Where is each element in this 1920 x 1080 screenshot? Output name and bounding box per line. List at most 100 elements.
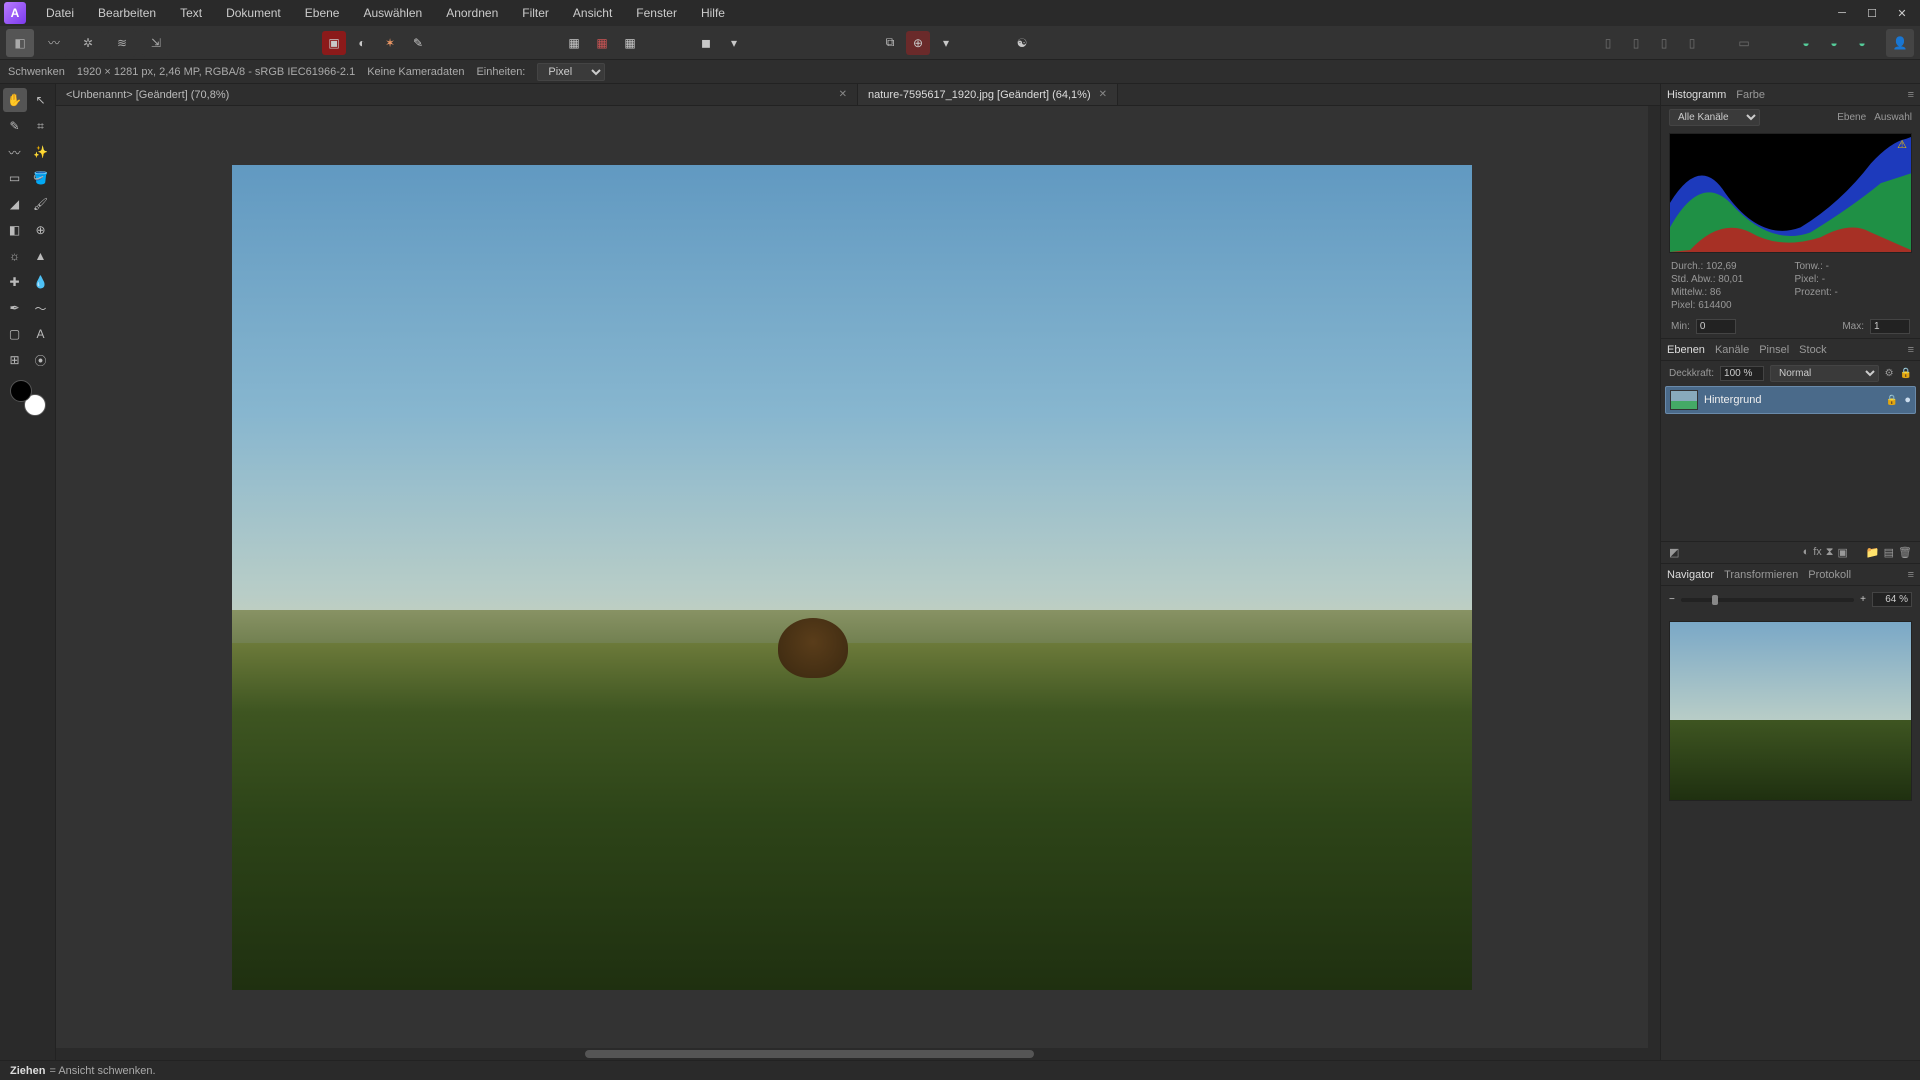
- close-button[interactable]: ✕: [1888, 3, 1916, 23]
- scrollbar-vertical[interactable]: [1648, 106, 1660, 1048]
- marquee-tool[interactable]: ▭: [3, 166, 27, 190]
- menu-auswaehlen[interactable]: Auswählen: [351, 2, 434, 24]
- add-stock2-icon[interactable]: ◒: [1822, 31, 1846, 55]
- arrange-backone-icon[interactable]: ▯: [1624, 31, 1648, 55]
- tab-navigator[interactable]: Navigator: [1667, 569, 1714, 581]
- crop-snap-icon[interactable]: ⧉: [878, 31, 902, 55]
- mask-layer-icon[interactable]: ◩: [1669, 546, 1679, 559]
- layer-row[interactable]: Hintergrund 🔒 ●: [1665, 386, 1916, 414]
- min-input[interactable]: [1696, 319, 1736, 334]
- histogram-channel-select[interactable]: Alle Kanäle: [1669, 109, 1760, 126]
- adjustment-icon[interactable]: ◐: [1803, 546, 1810, 559]
- close-icon[interactable]: ✕: [1099, 89, 1107, 100]
- canvas-viewport[interactable]: [56, 106, 1648, 1048]
- scrollbar-horizontal[interactable]: [56, 1048, 1660, 1060]
- blendmode-select[interactable]: Normal: [1770, 365, 1879, 382]
- magicwand-tool[interactable]: ✨: [29, 140, 53, 164]
- smudge-tool[interactable]: 〜: [29, 296, 53, 320]
- quickmask-icon[interactable]: ◼: [694, 31, 718, 55]
- minimize-button[interactable]: ─: [1828, 3, 1856, 23]
- close-icon[interactable]: ✕: [839, 89, 847, 100]
- maximize-button[interactable]: ☐: [1858, 3, 1886, 23]
- lock-icon[interactable]: 🔒: [1886, 395, 1898, 406]
- text-tool[interactable]: A: [29, 322, 53, 346]
- align-icon[interactable]: ▭: [1732, 31, 1756, 55]
- live-filter-icon[interactable]: ⧗: [1826, 546, 1834, 559]
- menu-hilfe[interactable]: Hilfe: [689, 2, 737, 24]
- delete-layer-icon[interactable]: 🗑: [1898, 546, 1912, 559]
- zoom-out-button[interactable]: −: [1669, 594, 1675, 605]
- persona-liquify[interactable]: 〰: [40, 29, 68, 57]
- tab-kanaele[interactable]: Kanäle: [1715, 344, 1749, 356]
- pen-tool[interactable]: ✒: [3, 296, 27, 320]
- inpaint-tool[interactable]: ✚: [3, 270, 27, 294]
- mask-icon[interactable]: ▣: [1838, 546, 1848, 559]
- shape-tool[interactable]: ▢: [3, 322, 27, 346]
- flood-tool[interactable]: 🪣: [29, 166, 53, 190]
- scrollbar-thumb[interactable]: [585, 1050, 1034, 1058]
- add-stock3-icon[interactable]: ◒: [1850, 31, 1874, 55]
- menu-ebene[interactable]: Ebene: [293, 2, 352, 24]
- autocolor-icon[interactable]: ✶: [378, 31, 402, 55]
- tab-farbe[interactable]: Farbe: [1736, 89, 1765, 101]
- document-tab-2[interactable]: nature-7595617_1920.jpg [Geändert] (64,1…: [858, 84, 1118, 105]
- persona-export[interactable]: ⇲: [142, 29, 170, 57]
- menu-datei[interactable]: Datei: [34, 2, 86, 24]
- group-icon[interactable]: 📁: [1866, 546, 1880, 559]
- visibility-icon[interactable]: ●: [1904, 394, 1911, 406]
- tab-transformieren[interactable]: Transformieren: [1724, 569, 1798, 581]
- autocontrast-icon[interactable]: ▣: [322, 31, 346, 55]
- histogram-mode-ebene[interactable]: Ebene: [1837, 112, 1866, 123]
- zoom-value-input[interactable]: [1872, 592, 1912, 607]
- menu-text[interactable]: Text: [168, 2, 214, 24]
- assistant-icon[interactable]: ☯: [1010, 31, 1034, 55]
- menu-fenster[interactable]: Fenster: [624, 2, 689, 24]
- menu-filter[interactable]: Filter: [510, 2, 561, 24]
- menu-dokument[interactable]: Dokument: [214, 2, 293, 24]
- dodge-tool[interactable]: ☼: [3, 244, 27, 268]
- menu-bearbeiten[interactable]: Bearbeiten: [86, 2, 168, 24]
- paintbrush-tool[interactable]: 🖌: [29, 192, 53, 216]
- color-wells[interactable]: [10, 380, 46, 416]
- navigator-preview[interactable]: [1669, 621, 1912, 801]
- selectionbrush-tool[interactable]: 〰: [3, 140, 27, 164]
- clone-tool[interactable]: ⊕: [29, 218, 53, 242]
- blur-tool[interactable]: 💧: [29, 270, 53, 294]
- snap-icon[interactable]: ⊕: [906, 31, 930, 55]
- opacity-input[interactable]: [1720, 366, 1764, 381]
- tab-ebenen[interactable]: Ebenen: [1667, 344, 1705, 356]
- panel-menu-icon[interactable]: ≡: [1908, 569, 1914, 581]
- hand-tool[interactable]: ✋: [3, 88, 27, 112]
- tab-histogramm[interactable]: Histogramm: [1667, 89, 1726, 101]
- zoom-in-button[interactable]: +: [1860, 594, 1866, 605]
- layer-gear-icon[interactable]: ⚙: [1885, 368, 1894, 379]
- select-all-icon[interactable]: ▦: [562, 31, 586, 55]
- panel-menu-icon[interactable]: ≡: [1908, 344, 1914, 356]
- erase-tool[interactable]: ◧: [3, 218, 27, 242]
- autowhite-icon[interactable]: ✎: [406, 31, 430, 55]
- tab-protokoll[interactable]: Protokoll: [1808, 569, 1851, 581]
- gradient-tool[interactable]: ◢: [3, 192, 27, 216]
- fx-icon[interactable]: fx: [1813, 546, 1822, 559]
- deselect-icon[interactable]: ▦: [590, 31, 614, 55]
- colorpicker-tool[interactable]: ✎: [3, 114, 27, 138]
- autolevels-icon[interactable]: ◐: [350, 31, 374, 55]
- menu-ansicht[interactable]: Ansicht: [561, 2, 624, 24]
- persona-develop[interactable]: ✲: [74, 29, 102, 57]
- persona-tone[interactable]: ≋: [108, 29, 136, 57]
- zoom-slider[interactable]: [1681, 598, 1854, 602]
- reselect-icon[interactable]: ▦: [618, 31, 642, 55]
- quickmask-dropdown-icon[interactable]: ▾: [722, 31, 746, 55]
- zoom-tool[interactable]: ⦿: [29, 348, 53, 372]
- zoom-slider-thumb[interactable]: [1712, 595, 1718, 605]
- units-select[interactable]: Pixel: [537, 63, 605, 81]
- foreground-color-well[interactable]: [10, 380, 32, 402]
- move-tool[interactable]: ↖: [29, 88, 53, 112]
- crop-tool[interactable]: ⌗: [29, 114, 53, 138]
- arrange-frontone-icon[interactable]: ▯: [1652, 31, 1676, 55]
- add-stock-icon[interactable]: ◒: [1794, 31, 1818, 55]
- tab-pinsel[interactable]: Pinsel: [1759, 344, 1789, 356]
- tab-stock[interactable]: Stock: [1799, 344, 1827, 356]
- histogram-mode-auswahl[interactable]: Auswahl: [1874, 112, 1912, 123]
- max-input[interactable]: [1870, 319, 1910, 334]
